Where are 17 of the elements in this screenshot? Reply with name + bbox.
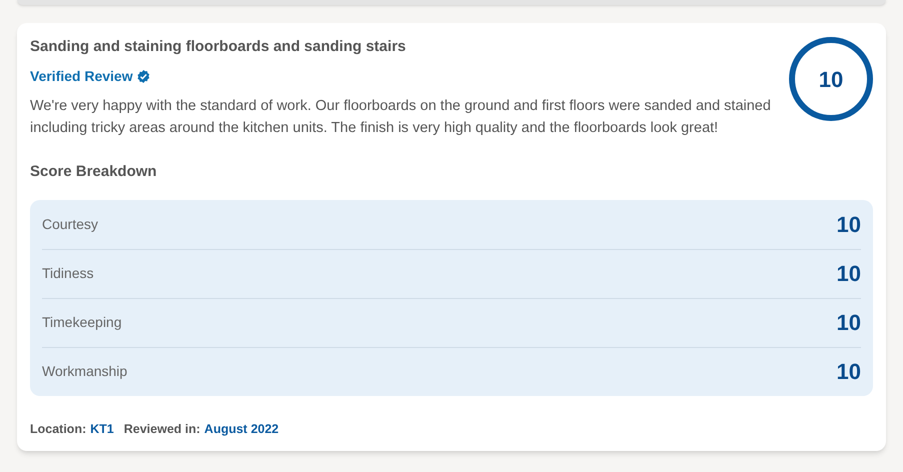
breakdown-heading: Score Breakdown xyxy=(30,162,158,182)
verified-check-icon xyxy=(136,70,150,83)
meta-label: Location: xyxy=(30,420,86,438)
category-score: 10 xyxy=(836,358,861,386)
category-label: Tidiness xyxy=(42,264,94,283)
category-label: Workmanship xyxy=(42,362,128,381)
category-score: 10 xyxy=(836,210,861,238)
category-score: 10 xyxy=(836,260,861,288)
review-title: Sanding and staining floorboards and sanding stairs xyxy=(30,37,407,57)
category-label: Timekeeping xyxy=(42,313,122,332)
verified-label: Verified Review xyxy=(30,67,133,86)
meta-label: Reviewed in: xyxy=(124,420,200,438)
category-score: 10 xyxy=(836,309,861,337)
category-label: Courtesy xyxy=(42,214,98,234)
review-text: We're very happy with the standard of work. Our floorboards on the ground and first floors were sanded and stained including tricky areas around the kitchen units. The finish is very high quality and the floorboards look great! xyxy=(30,97,772,138)
meta-value: August 2022 xyxy=(204,420,279,438)
meta-value: KT1 xyxy=(90,420,114,438)
